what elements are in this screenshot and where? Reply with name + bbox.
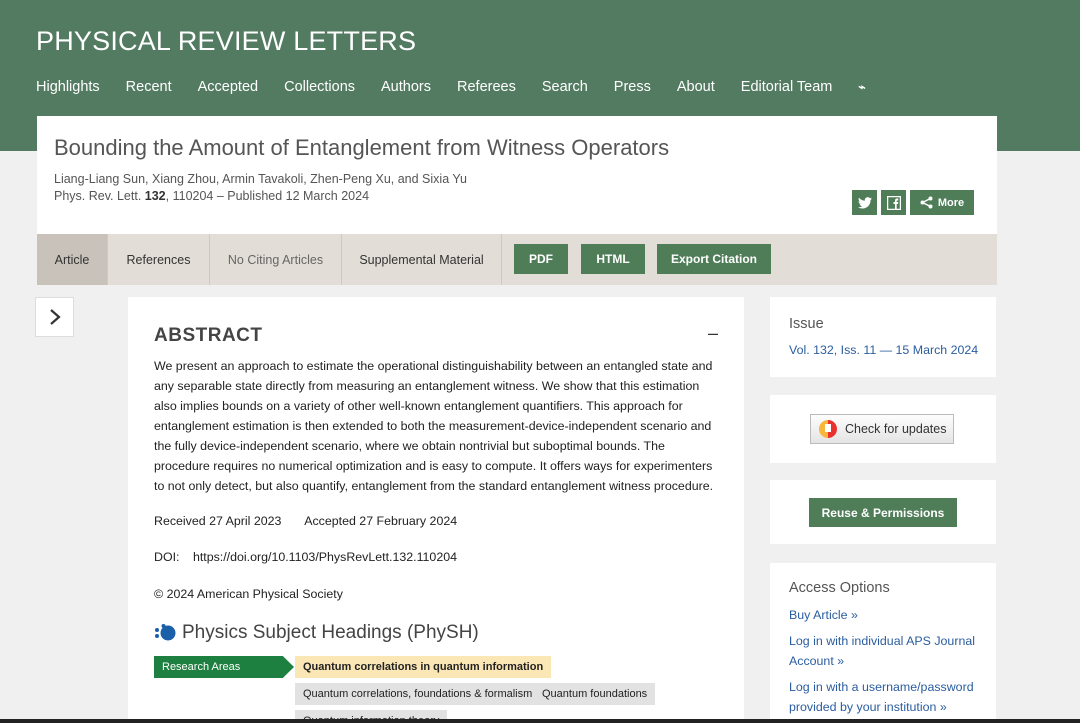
share-more-label: More — [937, 196, 965, 209]
author-list[interactable]: Liang-Liang Sun, Xiang Zhou, Armin Tavak… — [54, 172, 467, 186]
nav-search[interactable]: Search — [542, 78, 588, 96]
html-button[interactable]: HTML — [581, 244, 645, 274]
access-options-card: Access Options Buy Article » Log in with… — [770, 563, 996, 723]
export-citation-button[interactable]: Export Citation — [657, 244, 771, 274]
nav-about[interactable]: About — [677, 78, 715, 96]
tab-supplemental-material[interactable]: Supplemental Material — [342, 234, 502, 285]
issue-heading: Issue — [789, 316, 824, 332]
journal-title[interactable]: PHYSICAL REVIEW LETTERS — [36, 26, 416, 57]
issue-card: Issue Vol. 132, Iss. 11 — 15 March 2024 — [770, 297, 996, 377]
physh-title: Physics Subject Headings (PhySH) — [182, 622, 479, 643]
twitter-icon[interactable] — [852, 190, 877, 215]
article-title: Bounding the Amount of Entanglement from… — [54, 135, 670, 160]
crossmark-icon — [819, 420, 837, 438]
publication-dates: Received 27 April 2023 Accepted 27 Febru… — [154, 514, 477, 528]
institution-login-link[interactable]: Log in with a username/password provided… — [789, 677, 985, 717]
tab-article[interactable]: Article — [37, 234, 108, 285]
sidebar-toggle-button[interactable] — [35, 297, 74, 337]
abstract-heading: ABSTRACT — [154, 325, 263, 346]
citation-volume: 132 — [144, 189, 166, 203]
doi-line: DOI: https://doi.org/10.1103/PhysRevLett… — [154, 550, 457, 564]
nav-accepted[interactable]: Accepted — [198, 78, 258, 96]
nav-editorial-team[interactable]: Editorial Team — [741, 78, 833, 96]
citation-prefix: Phys. Rev. Lett. — [54, 189, 145, 203]
nav-collections[interactable]: Collections — [284, 78, 355, 96]
window-bottom-edge — [0, 719, 1080, 723]
doi-label: DOI: — [154, 550, 180, 564]
nav-referees[interactable]: Referees — [457, 78, 516, 96]
reuse-permissions-button[interactable]: Reuse & Permissions — [809, 498, 957, 527]
access-options-heading: Access Options — [789, 580, 890, 596]
research-areas-label: Research Areas — [154, 656, 294, 678]
check-updates-card: Check for updates — [770, 395, 996, 463]
facebook-icon[interactable] — [881, 190, 906, 215]
share-buttons: More — [852, 190, 974, 215]
physh-header: Physics Subject Headings (PhySH) — [154, 622, 479, 644]
check-for-updates-label: Check for updates — [845, 422, 947, 436]
access-options-list: Buy Article » Log in with individual APS… — [789, 605, 985, 717]
doi-value[interactable]: https://doi.org/10.1103/PhysRevLett.132.… — [193, 550, 457, 564]
share-icon — [920, 196, 933, 209]
physh-logo-icon — [155, 624, 176, 641]
buy-article-link[interactable]: Buy Article » — [789, 605, 985, 625]
received-date: Received 27 April 2023 — [154, 514, 282, 528]
accepted-date: Accepted 27 February 2024 — [304, 514, 458, 528]
tab-references[interactable]: References — [108, 234, 210, 285]
citation-line: Phys. Rev. Lett. 132, 110204 – Published… — [54, 189, 369, 203]
citation-suffix: , 110204 – Published 12 March 2024 — [165, 189, 370, 203]
copyright-notice: © 2024 American Physical Society — [154, 587, 343, 601]
article-tabs: Article References No Citing Articles Su… — [37, 234, 997, 285]
nav-highlights[interactable]: Highlights — [36, 78, 100, 96]
top-nav: Highlights Recent Accepted Collections A… — [36, 78, 892, 96]
nav-press[interactable]: Press — [614, 78, 651, 96]
share-more-button[interactable]: More — [910, 190, 974, 215]
reuse-card: Reuse & Permissions — [770, 480, 996, 544]
rss-icon[interactable]: ⌁ — [858, 78, 865, 96]
pdf-button[interactable]: PDF — [514, 244, 568, 274]
physh-chip[interactable]: Quantum correlations, foundations & form… — [295, 683, 541, 705]
issue-link[interactable]: Vol. 132, Iss. 11 — 15 March 2024 — [789, 343, 978, 357]
abstract-text: We present an approach to estimate the o… — [154, 359, 714, 493]
tab-citing-articles[interactable]: No Citing Articles — [210, 234, 342, 285]
check-for-updates-button[interactable]: Check for updates — [810, 414, 954, 444]
chevron-right-icon — [49, 309, 61, 325]
physh-chip[interactable]: Quantum foundations — [534, 683, 656, 705]
aps-login-link[interactable]: Log in with individual APS Journal Accou… — [789, 631, 985, 671]
article-body: ABSTRACT – We present an approach to est… — [128, 297, 744, 723]
collapse-abstract-button[interactable]: – — [708, 323, 718, 344]
article-header: Bounding the Amount of Entanglement from… — [37, 116, 997, 234]
nav-recent[interactable]: Recent — [126, 78, 172, 96]
nav-authors[interactable]: Authors — [381, 78, 431, 96]
physh-primary-chip[interactable]: Quantum correlations in quantum informat… — [295, 656, 552, 678]
